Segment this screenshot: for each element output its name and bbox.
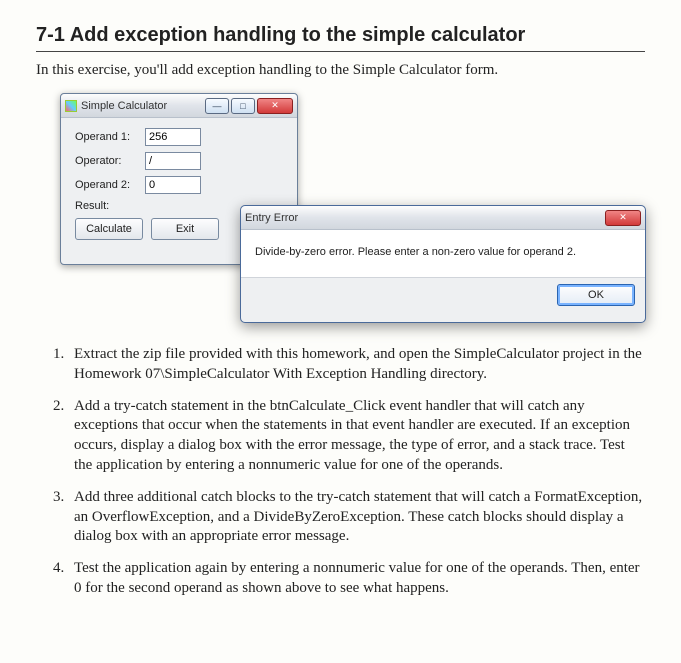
screenshot-figure: Simple Calculator — □ ✕ Operand 1: Opera… xyxy=(60,93,645,331)
calculate-button[interactable]: Calculate xyxy=(75,218,143,240)
app-icon xyxy=(65,100,77,112)
error-close-button[interactable]: ✕ xyxy=(605,210,641,226)
list-item: Test the application again by entering a… xyxy=(68,559,645,599)
operand2-input[interactable] xyxy=(145,176,201,194)
ok-button[interactable]: OK xyxy=(557,284,635,306)
error-dialog: Entry Error ✕ Divide-by-zero error. Plea… xyxy=(240,205,646,323)
operator-label: Operator: xyxy=(75,155,145,167)
operand1-input[interactable] xyxy=(145,128,201,146)
calculator-title: Simple Calculator xyxy=(81,100,203,112)
list-item: Extract the zip file provided with this … xyxy=(68,345,645,385)
instruction-list: Extract the zip file provided with this … xyxy=(44,345,645,599)
minimize-button[interactable]: — xyxy=(205,98,229,114)
calculator-titlebar: Simple Calculator — □ ✕ xyxy=(61,94,297,118)
operand2-label: Operand 2: xyxy=(75,179,145,191)
maximize-button[interactable]: □ xyxy=(231,98,255,114)
list-item: Add a try-catch statement in the btnCalc… xyxy=(68,397,645,476)
close-button[interactable]: ✕ xyxy=(257,98,293,114)
error-title: Entry Error xyxy=(245,212,603,224)
error-titlebar: Entry Error ✕ xyxy=(241,206,645,230)
result-label: Result: xyxy=(75,200,145,212)
exit-button[interactable]: Exit xyxy=(151,218,219,240)
operator-input[interactable] xyxy=(145,152,201,170)
page-title: 7-1 Add exception handling to the simple… xyxy=(36,24,645,52)
intro-text: In this exercise, you'll add exception h… xyxy=(36,62,645,79)
error-message: Divide-by-zero error. Please enter a non… xyxy=(241,230,645,278)
operand1-label: Operand 1: xyxy=(75,131,145,143)
list-item: Add three additional catch blocks to the… xyxy=(68,488,645,547)
